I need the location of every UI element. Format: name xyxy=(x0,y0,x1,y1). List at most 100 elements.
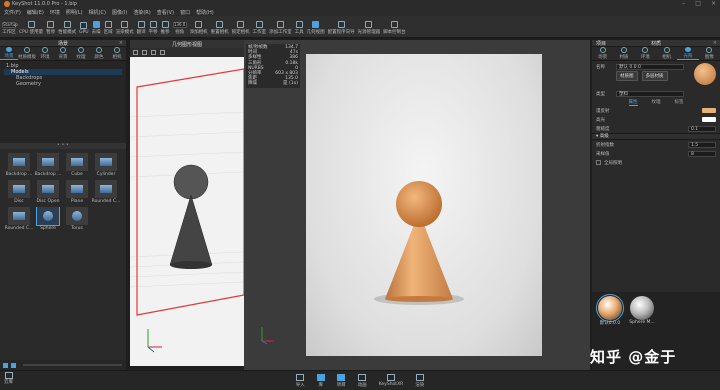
library-item[interactable]: Disc Open xyxy=(34,180,62,204)
minimize-icon[interactable]: – xyxy=(682,0,685,7)
grid-icon[interactable] xyxy=(142,50,147,55)
geometry-viewport[interactable] xyxy=(130,57,244,366)
add-camera-button[interactable]: 添加相机 xyxy=(190,21,208,35)
ribbon-button[interactable]: KeyShotXR xyxy=(379,374,403,387)
menu-item[interactable]: 相机(C) xyxy=(89,9,106,16)
tab-project-2[interactable]: 环境 xyxy=(635,47,656,60)
menu-item[interactable]: 照明(L) xyxy=(66,9,83,16)
ribbon-button[interactable]: 动画 xyxy=(358,373,367,388)
tab-project-1[interactable]: 材质 xyxy=(613,47,634,60)
tab-scene-5[interactable]: 颜色 xyxy=(90,47,108,60)
wireframe-icon[interactable] xyxy=(151,50,156,55)
library-item[interactable]: Cylinder xyxy=(92,153,120,177)
list-view-icon[interactable] xyxy=(3,362,8,368)
tab-scene-6[interactable]: 相机 xyxy=(108,47,126,60)
perf-mode-button[interactable]: 性能模式 xyxy=(58,21,76,35)
tab-project-0[interactable]: 场景 xyxy=(592,47,613,60)
pan-button[interactable]: 平移 xyxy=(149,21,158,35)
render-viewport[interactable] xyxy=(244,40,590,370)
library-item[interactable]: Disc xyxy=(5,180,33,204)
maximize-icon[interactable]: □ xyxy=(695,0,701,7)
tab-label: 场景 xyxy=(4,54,14,59)
menu-item[interactable]: 窗口 xyxy=(180,9,190,16)
ribbon-button[interactable]: 渲染 xyxy=(415,373,424,388)
ribbon-label: 导入 xyxy=(295,382,305,388)
tab-project-5[interactable]: 图像 xyxy=(699,47,720,60)
tab-scene-1[interactable]: 材质模板 xyxy=(18,47,36,60)
library-item[interactable]: Torus xyxy=(63,207,91,231)
workspace-select[interactable]: Startup 工作区 xyxy=(2,22,18,35)
property-field[interactable]: 8 xyxy=(688,150,716,157)
script-console-button[interactable]: 脚本控制台 xyxy=(383,21,406,35)
dolly-button[interactable]: 推移 xyxy=(161,21,170,35)
grid-view-icon[interactable] xyxy=(11,362,16,368)
title-bar: KeyShot 11.0.0 Pro - 1.bip – □ × xyxy=(0,0,720,8)
tab-label: 相机 xyxy=(112,55,122,60)
property-field[interactable]: 1.5 xyxy=(688,141,716,148)
tab-project-4[interactable]: 光照 xyxy=(677,47,699,60)
multi-material-button[interactable]: 多层材质 xyxy=(641,71,668,81)
tab-scene-0[interactable]: 场景 xyxy=(0,47,18,60)
thumbnail-size-slider[interactable] xyxy=(23,364,122,366)
library-item-label: Rounded C... xyxy=(92,199,120,204)
camera-icon[interactable] xyxy=(133,50,138,55)
material-subtab[interactable]: 标签 xyxy=(675,99,684,105)
library-item[interactable]: Rounded C... xyxy=(92,180,120,204)
menu-item[interactable]: 编辑(E) xyxy=(27,9,44,16)
material-graph-button[interactable]: 材质图 xyxy=(616,71,638,81)
menu-item[interactable]: 图像(I) xyxy=(112,9,127,16)
library-item[interactable]: Backdrop ... xyxy=(5,153,33,177)
add-studio-button[interactable]: 添加工作室 xyxy=(269,21,292,35)
ribbon-button[interactable]: 项目 xyxy=(337,373,346,388)
light-icon[interactable] xyxy=(160,50,165,55)
region-button[interactable]: 区域 xyxy=(104,21,113,35)
material-type-select[interactable]: 塑料 xyxy=(616,90,684,97)
studio-button[interactable]: 工作室 xyxy=(253,21,266,35)
library-item[interactable]: Plane xyxy=(63,180,91,204)
menu-item[interactable]: 文件(F) xyxy=(4,9,21,16)
render-mode-button[interactable]: 渲染模式 xyxy=(116,21,134,35)
material-name-field[interactable]: 默认 0.0.0 xyxy=(616,63,684,70)
pause-button[interactable]: 暂停 xyxy=(46,21,55,35)
light-manager-button[interactable]: 光源管理器 xyxy=(358,21,380,35)
library-item[interactable]: Sphere xyxy=(34,207,62,231)
menu-item[interactable]: 环境 xyxy=(50,9,60,16)
config-wizard-button[interactable]: 配置程序向导 xyxy=(328,21,355,35)
close-icon[interactable]: × xyxy=(713,40,717,46)
menu-item[interactable]: 渲染(R) xyxy=(133,9,150,16)
tree-item[interactable]: Geometry xyxy=(4,81,122,87)
gpu-button[interactable]: GPU xyxy=(79,22,89,35)
cpu-button[interactable]: CPU 使用量 xyxy=(19,21,43,35)
denoise-button[interactable]: 去噪 xyxy=(92,21,101,35)
color-swatch[interactable] xyxy=(702,117,716,122)
library-item[interactable]: Rounded C... xyxy=(5,207,33,231)
library-item-label: Disc Open xyxy=(36,199,60,204)
close-icon[interactable]: × xyxy=(119,40,123,46)
menu-item[interactable]: 查看(V) xyxy=(157,9,174,16)
model-thumbnail xyxy=(95,180,117,198)
tab-project-3[interactable]: 相机 xyxy=(656,47,677,60)
cloud-library-button[interactable]: 云库 xyxy=(4,372,13,385)
library-item[interactable]: Cube xyxy=(63,153,91,177)
color-swatch[interactable] xyxy=(702,108,716,113)
tab-scene-3[interactable]: 背景 xyxy=(54,47,72,60)
library-item[interactable]: Backdrop ... xyxy=(34,153,62,177)
property-field[interactable]: 0.1 xyxy=(688,125,716,132)
advanced-section[interactable]: ▾ 高级 xyxy=(592,133,720,140)
ribbon-button[interactable]: 导入 xyxy=(295,373,305,388)
material-subtab[interactable]: 纹理 xyxy=(652,99,661,105)
reset-camera-button[interactable]: 重置相机 xyxy=(211,21,229,35)
translate-button[interactable]: 翻译 xyxy=(137,21,146,35)
menu-item[interactable]: 帮助(H) xyxy=(196,9,214,16)
tab-scene-2[interactable]: 环境 xyxy=(36,47,54,60)
gi-checkbox[interactable] xyxy=(596,160,601,165)
zoom-field[interactable]: 136.0 视角 xyxy=(172,22,187,35)
tools-button[interactable]: 工具 xyxy=(295,21,304,35)
geometry-view-button[interactable]: 几何视图 xyxy=(307,21,325,35)
ribbon-button[interactable]: 库 xyxy=(316,373,325,388)
lock-camera-button[interactable]: 锁定相机 xyxy=(232,21,250,35)
material-subtab[interactable]: 属性 xyxy=(628,99,638,106)
library-item-label: Disc xyxy=(14,199,24,204)
close-icon[interactable]: × xyxy=(711,0,716,7)
tab-scene-4[interactable]: 纹理 xyxy=(72,47,90,60)
